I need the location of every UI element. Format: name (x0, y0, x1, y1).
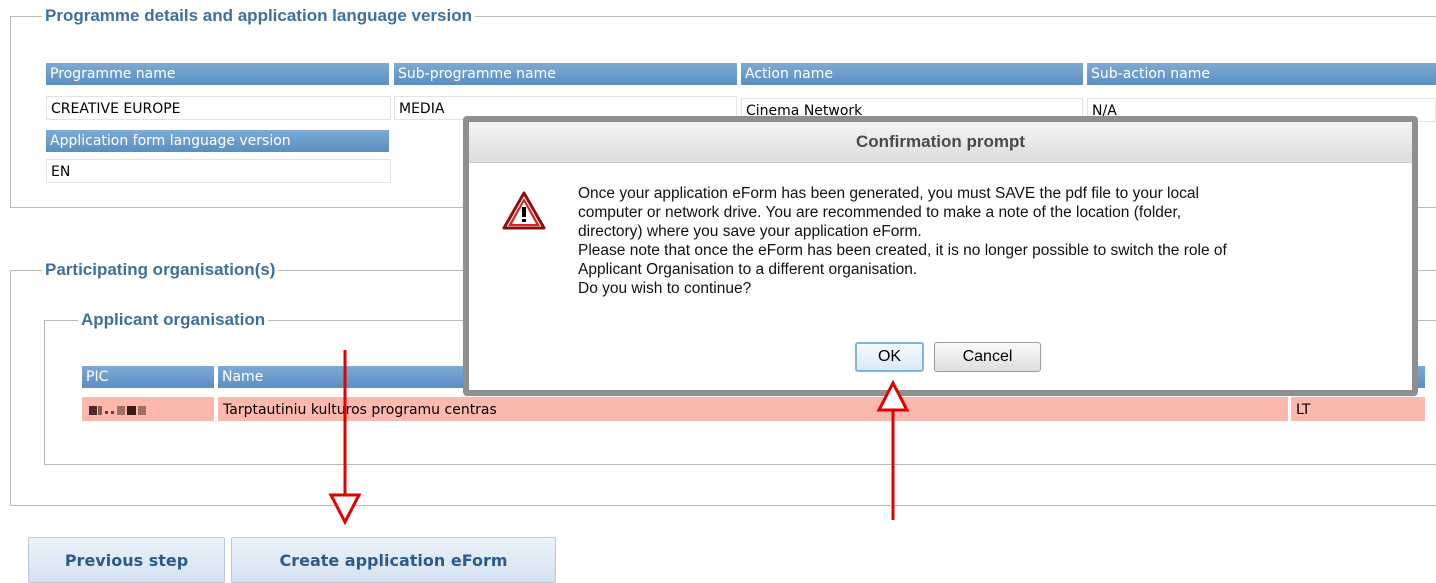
applicant-name: Tarptautiniu kulturos programu centras (218, 397, 1288, 421)
dialog-message-line: Once your application eForm has been gen… (578, 185, 1199, 202)
warning-icon (502, 191, 546, 230)
participating-organisations-legend: Participating organisation(s) (42, 260, 279, 280)
cancel-button[interactable]: Cancel (934, 342, 1041, 372)
action-name-header: Action name (741, 63, 1083, 85)
dialog-message-line: computer or network drive. You are recom… (578, 204, 1182, 221)
pic-redacted (89, 406, 146, 415)
dialog-message-line: Applicant Organisation to a different or… (578, 261, 918, 278)
applicant-organisation-legend: Applicant organisation (78, 310, 269, 330)
dialog-message-line: directory) where you save your applicati… (578, 223, 922, 240)
language-version-header: Application form language version (46, 130, 389, 152)
ok-button[interactable]: OK (855, 342, 924, 372)
applicant-country: LT (1291, 397, 1425, 421)
dialog-message-line: Please note that once the eForm has been… (578, 242, 1227, 259)
programme-name-header: Programme name (46, 63, 389, 85)
dialog-message: Once your application eForm has been gen… (578, 184, 1398, 298)
applicant-pic (82, 397, 214, 421)
subaction-name-header: Sub-action name (1087, 63, 1436, 85)
programme-name-value: CREATIVE EUROPE (46, 96, 391, 120)
pic-column-header: PIC (82, 366, 214, 388)
language-version-value: EN (46, 159, 391, 183)
dialog-title: Confirmation prompt (469, 122, 1412, 163)
dialog-message-line: Do you wish to continue? (578, 280, 752, 297)
previous-step-button[interactable]: Previous step (28, 537, 225, 583)
confirmation-dialog: Confirmation prompt Once your applicatio… (463, 116, 1418, 396)
programme-details-legend: Programme details and application langua… (42, 6, 476, 26)
create-application-eform-button[interactable]: Create application eForm (231, 537, 556, 583)
subprogramme-name-header: Sub-programme name (394, 63, 737, 85)
